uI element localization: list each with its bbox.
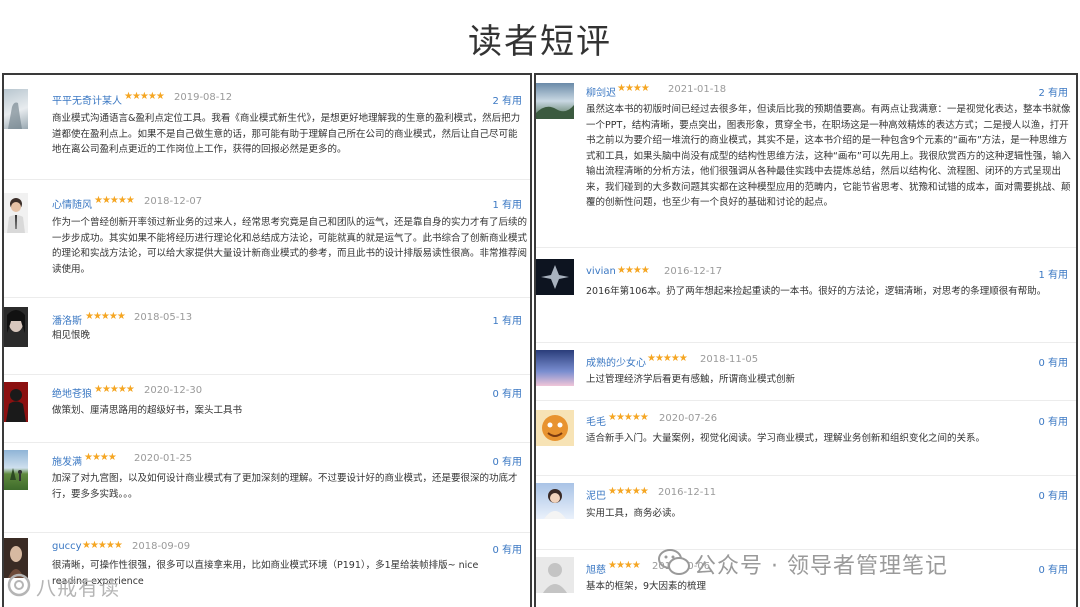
review-text: 加深了对九宫图，以及如何设计商业模式有了更加深刻的理解。不过要设计好的商业模式，… (52, 473, 518, 500)
avatar[interactable] (4, 307, 28, 347)
useful-count[interactable]: 0 有用 (492, 385, 522, 400)
review-text: 相见恨晚 (52, 330, 91, 341)
rating-stars: ★★★★★ (608, 486, 649, 497)
review-item: 平平无奇计某人 ★★★★★ 2019-08-12 2 有用 商业模式沟通语言&盈… (4, 75, 530, 180)
reviewer-name[interactable]: 绝地苍狼 (52, 385, 92, 400)
review-item: 柳剑迟 ★★★★ 2021-01-18 2 有用 虽然这本书的初版时间已经过去很… (536, 75, 1076, 248)
useful-count[interactable]: 1 有用 (1038, 266, 1068, 281)
avatar[interactable] (536, 410, 574, 446)
review-date: 2020-12-30 (144, 385, 203, 396)
reviewer-name[interactable]: vivian (586, 266, 616, 277)
reviewer-name[interactable]: guccy (52, 541, 82, 552)
useful-count[interactable]: 0 有用 (492, 541, 522, 556)
review-date: 2018-12-07 (144, 196, 203, 207)
review-item: 潘洛斯 ★★★★★ 2018-05-13 1 有用 相见恨晚 (4, 297, 530, 375)
useful-count[interactable]: 0 有用 (1038, 487, 1068, 502)
rating-stars: ★★★★ (617, 265, 650, 276)
review-text: 上过管理经济学后看更有感触，所谓商业模式创新 (586, 374, 796, 385)
left-review-panel: 平平无奇计某人 ★★★★★ 2019-08-12 2 有用 商业模式沟通语言&盈… (2, 73, 532, 607)
review-date: 2019-08-12 (174, 92, 233, 103)
reviewer-name[interactable]: 成熟的少女心 (586, 354, 646, 369)
review-date: 2018-05-13 (134, 312, 193, 323)
reviewer-name[interactable]: 泥巴 (586, 487, 606, 502)
review-date: 2020-07-26 (659, 413, 718, 424)
reviewer-name[interactable]: 柳剑迟 (586, 84, 616, 99)
avatar[interactable] (4, 89, 28, 129)
review-date: 2018-11-05 (700, 354, 759, 365)
avatar[interactable] (4, 382, 28, 422)
review-date: 2021-01-18 (668, 84, 727, 95)
useful-count[interactable]: 0 有用 (492, 453, 522, 468)
useful-count[interactable]: 1 有用 (492, 196, 522, 211)
useful-count[interactable]: 1 有用 (492, 312, 522, 327)
reviewer-name[interactable]: 心情随风 (52, 196, 92, 211)
useful-count[interactable]: 2 有用 (492, 92, 522, 107)
reviewer-name[interactable]: 施发满 (52, 453, 82, 468)
watermark-left: 八戒有读 (36, 576, 120, 600)
review-text: 基本的框架，9大因素的梳理 (586, 581, 707, 592)
avatar[interactable] (536, 83, 574, 119)
rating-stars: ★★★★★ (608, 412, 649, 423)
review-item: 施发满 ★★★★ 2020-01-25 0 有用 加深了对九宫图，以及如何设计商… (4, 442, 530, 533)
review-date: 2020-01-25 (134, 453, 193, 464)
review-text: 做策划、厘清思路用的超级好书，案头工具书 (52, 405, 243, 416)
watermark-right: 公众号 · 领导者管理笔记 (694, 554, 948, 579)
review-text: 作为一个曾经创新开率领过新业务的过来人，经常思考究竟是自己和团队的运气，还是靠自… (52, 217, 528, 275)
review-text: 适合新手入门。大量案例，视觉化阅读。学习商业模式，理解业务创新和组织变化之间的关… (586, 433, 986, 444)
review-text: 很清晰，可操作性很强，很多可以直接拿来用，比如商业模式环境（P191），多1星给… (52, 560, 479, 587)
review-item: vivian ★★★★ 2016-12-17 1 有用 2016年第106本。扔… (536, 247, 1076, 343)
avatar[interactable] (4, 193, 28, 233)
rating-stars: ★★★★ (617, 83, 650, 94)
useful-count[interactable]: 2 有用 (1038, 84, 1068, 99)
reviewer-name[interactable]: 潘洛斯 (52, 312, 82, 327)
review-item: 绝地苍狼 ★★★★★ 2020-12-30 0 有用 做策划、厘清思路用的超级好… (4, 374, 530, 443)
useful-count[interactable]: 0 有用 (1038, 413, 1068, 428)
review-item: 心情随风 ★★★★★ 2018-12-07 1 有用 作为一个曾经创新开率领过新… (4, 179, 530, 298)
review-text: 商业模式沟通语言&盈利点定位工具。我看《商业模式新生代》，是想更好地理解我的生意… (52, 113, 521, 155)
rating-stars: ★★★★★ (94, 384, 135, 395)
rating-stars: ★★★★★ (82, 540, 123, 551)
review-text: 2016年第106本。扔了两年想起来捡起重读的一本书。很好的方法论，逻辑清晰，对… (586, 286, 1047, 297)
review-item: 泥巴 ★★★★★ 2016-12-11 0 有用 实用工具，商务必读。 (536, 475, 1076, 550)
reviewer-name[interactable]: 旭慈 (586, 561, 606, 576)
avatar[interactable] (536, 259, 574, 295)
review-date: 2016-12-17 (664, 266, 723, 277)
reviewer-name[interactable]: 毛毛 (586, 413, 606, 428)
right-review-panel: 柳剑迟 ★★★★ 2021-01-18 2 有用 虽然这本书的初版时间已经过去很… (534, 73, 1078, 607)
avatar[interactable] (536, 350, 574, 386)
review-text: 实用工具，商务必读。 (586, 508, 682, 519)
rating-stars: ★★★★★ (124, 91, 165, 102)
avatar[interactable] (536, 483, 574, 519)
rating-stars: ★★★★★ (647, 353, 688, 364)
review-item: 成熟的少女心 ★★★★★ 2018-11-05 0 有用 上过管理经济学后看更有… (536, 342, 1076, 401)
wechat-icon (658, 549, 690, 575)
avatar[interactable] (4, 450, 28, 490)
rating-stars: ★★★★ (84, 452, 117, 463)
rating-stars: ★★★★ (608, 560, 641, 571)
page-title: 读者短评 (468, 22, 612, 62)
review-date: 2016-12-11 (658, 487, 717, 498)
useful-count[interactable]: 0 有用 (1038, 354, 1068, 369)
reviewer-name[interactable]: 平平无奇计某人 (52, 92, 122, 107)
watermark-logo-icon (7, 573, 31, 597)
useful-count[interactable]: 0 有用 (1038, 561, 1068, 576)
rating-stars: ★★★★★ (85, 311, 126, 322)
review-text: 虽然这本书的初版时间已经过去很多年，但读后比我的预期值要高。有两点让我满意：一是… (586, 104, 1071, 208)
rating-stars: ★★★★★ (94, 195, 135, 206)
review-date: 2018-09-09 (132, 541, 191, 552)
review-item: 毛毛 ★★★★★ 2020-07-26 0 有用 适合新手入门。大量案例，视觉化… (536, 400, 1076, 476)
avatar[interactable] (536, 557, 574, 593)
